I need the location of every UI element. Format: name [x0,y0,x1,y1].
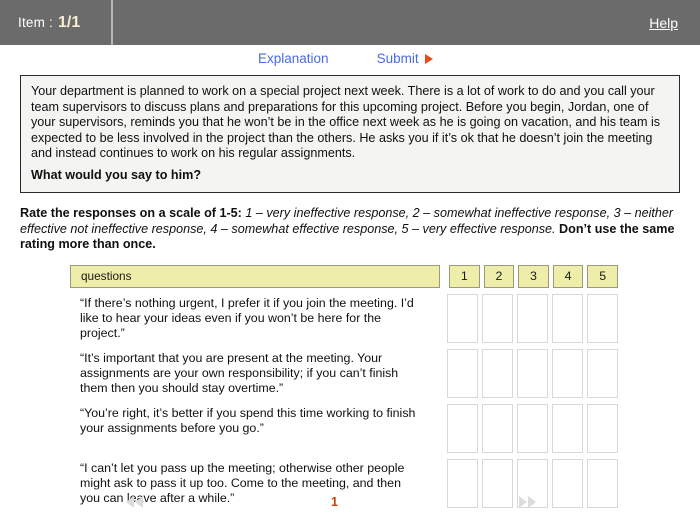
column-header-2: 2 [483,264,515,288]
rating-cell-r1-c5[interactable] [587,293,618,343]
item-counter: Item : 1/1 [0,0,113,45]
rating-cell-r1-c2[interactable] [482,293,513,343]
item-counter-label: Item : [18,15,53,30]
column-header-1: 1 [448,264,480,288]
instructions-lead: Rate the responses on a scale of 1-5: [20,205,242,220]
top-link-row: Explanation Submit [0,45,700,71]
rating-cell-r3-c5[interactable] [587,403,618,453]
column-header-3: 3 [518,264,549,288]
explanation-link[interactable]: Explanation [258,51,329,66]
rating-cell-r3-c3[interactable] [517,403,548,453]
double-chevron-left-icon[interactable] [126,496,144,508]
chevron-right-part-2 [528,496,536,508]
scenario-body: Your department is planned to work on a … [31,84,661,161]
header-bar: Item : 1/1 Help [0,0,700,45]
header-spacer [440,265,445,288]
scenario-question: What would you say to him? [31,167,202,182]
rating-cell-r1-c1[interactable] [447,293,478,343]
chevron-left-part-2 [135,496,143,508]
rating-cell-r3-c2[interactable] [482,403,513,453]
rating-cell-r2-c3[interactable] [517,348,548,398]
help-link[interactable]: Help [649,15,678,31]
play-triangle-icon [424,53,433,64]
table-row: “It’s important that you are present at … [70,348,618,398]
item-counter-value: 1/1 [57,13,81,31]
rating-cells-row-1 [438,293,618,343]
submit-link-wrap[interactable]: Submit [377,51,433,66]
column-header-questions: questions [70,264,441,288]
double-chevron-right-icon[interactable] [519,496,537,508]
rating-cell-r2-c4[interactable] [552,348,583,398]
table-header-row: questions 1 2 3 4 5 [70,264,619,288]
rating-cell-r2-c5[interactable] [587,348,618,398]
column-header-5: 5 [587,264,619,288]
rating-cells-row-2 [438,348,618,398]
response-text-3: “You’re right, it’s better if you spend … [80,405,416,436]
column-header-4: 4 [552,264,584,288]
rating-cell-r1-c3[interactable] [517,293,548,343]
scenario-box: Your department is planned to work on a … [20,75,680,193]
rating-cell-r3-c4[interactable] [552,403,583,453]
rating-cell-r1-c4[interactable] [552,293,583,343]
rating-cell-r2-c2[interactable] [482,348,513,398]
chevron-left-part-1 [126,496,134,508]
response-text-2: “It’s important that you are present at … [80,350,399,396]
table-row: “If there’s nothing urgent, I prefer it … [70,293,618,343]
rating-cell-r2-c1[interactable] [447,348,478,398]
table-row: “You’re right, it’s better if you spend … [70,403,618,453]
rating-table: questions 1 2 3 4 5 “If there’s nothing … [70,264,619,508]
rating-cells-row-3 [438,403,618,453]
page-number[interactable]: 1 [331,495,338,509]
rating-cell-r3-c1[interactable] [447,403,478,453]
chevron-right-part-1 [519,496,527,508]
footer-navigation: 1 [0,492,700,512]
submit-link[interactable]: Submit [377,51,419,66]
response-text-1: “If there’s nothing urgent, I prefer it … [80,295,414,341]
rating-instructions: Rate the responses on a scale of 1-5: 1 … [20,206,680,253]
